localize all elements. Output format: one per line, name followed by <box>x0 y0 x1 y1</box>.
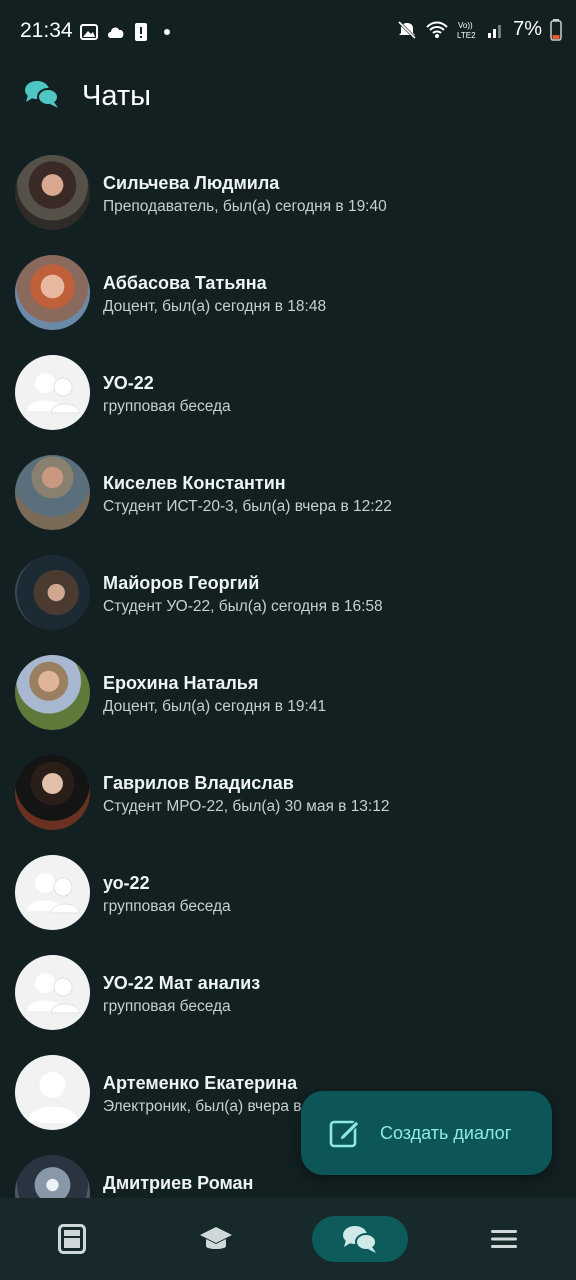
chat-list[interactable]: Сильчева Людмила Преподаватель, был(а) с… <box>0 142 576 1198</box>
chat-subtitle: Доцент, был(а) сегодня в 18:48 <box>103 298 327 315</box>
svg-text:LTE2: LTE2 <box>457 31 476 40</box>
avatar <box>15 1155 90 1198</box>
chat-subtitle: Студент УО-22, был(а) сегодня в 16:58 <box>103 598 383 615</box>
chat-list-item[interactable]: Киселев Константин Студент ИСТ-20-3, был… <box>0 442 576 542</box>
battery-low-icon <box>550 18 562 41</box>
cloud-icon <box>108 27 124 38</box>
avatar <box>15 555 90 630</box>
signal-icon <box>488 24 502 38</box>
group-avatar-icon <box>27 973 80 1014</box>
avatar <box>15 855 90 930</box>
status-notification-icons <box>80 22 170 42</box>
battery-percentage: 7% <box>513 18 542 40</box>
chat-subtitle: Студент МРО-22, был(а) 30 мая в 13:12 <box>103 798 390 815</box>
person-avatar-icon <box>27 1072 78 1123</box>
page-title: Чаты <box>82 80 151 112</box>
mute-icon <box>398 20 417 39</box>
chat-list-item[interactable]: УО-22 групповая беседа <box>0 342 576 442</box>
chat-subtitle: Электроник, был(а) вчера в <box>103 1098 302 1115</box>
wifi-icon <box>426 21 448 38</box>
chat-list-item[interactable]: Гаврилов Владислав Студент МРО-22, был(а… <box>0 742 576 842</box>
chat-name: Майоров Георгий <box>103 573 260 593</box>
chat-name: Ерохина Наталья <box>103 673 259 693</box>
chat-name: УО-22 <box>103 373 154 393</box>
chat-subtitle: групповая беседа <box>103 998 231 1015</box>
svg-text:Vo)): Vo)) <box>458 21 473 30</box>
schedule-icon <box>58 1224 86 1254</box>
volte-lte2-icon: Vo))LTE2 <box>457 21 476 40</box>
chat-name: Гаврилов Владислав <box>103 773 294 793</box>
nav-menu[interactable] <box>456 1216 552 1262</box>
chat-name: Аббасова Татьяна <box>103 273 267 293</box>
dot-icon <box>164 29 170 35</box>
chat-name: Сильчева Людмила <box>103 173 280 193</box>
chat-name: Артеменко Екатерина <box>103 1073 298 1093</box>
avatar <box>15 655 90 730</box>
avatar <box>15 455 90 530</box>
nav-education[interactable] <box>168 1216 264 1262</box>
chat-name: Дмитриев Роман <box>103 1173 254 1193</box>
chat-name: УО-22 Мат анализ <box>103 973 261 993</box>
status-time: 21:34 <box>20 19 73 42</box>
avatar <box>15 255 90 330</box>
app-header: Чаты <box>0 64 576 134</box>
status-bar: 21:34 Vo)) LTE2 7% <box>0 0 576 64</box>
group-avatar-icon <box>27 873 80 914</box>
avatar <box>15 955 90 1030</box>
avatar <box>15 1055 90 1130</box>
chat-list-item[interactable]: УО-22 Мат анализ групповая беседа <box>0 942 576 1042</box>
status-system-icons: Vo)) LTE2 7% <box>397 18 562 41</box>
avatar <box>15 155 90 230</box>
create-dialog-button[interactable]: Создать диалог <box>301 1091 552 1175</box>
chat-bubbles-icon <box>343 1226 377 1253</box>
chat-list-item[interactable]: Аббасова Татьяна Доцент, был(а) сегодня … <box>0 242 576 342</box>
nav-chats[interactable] <box>312 1216 408 1262</box>
chat-subtitle: Доцент, был(а) сегодня в 19:41 <box>103 698 327 715</box>
chat-name: Киселев Константин <box>103 473 286 493</box>
chat-list-item[interactable]: Ерохина Наталья Доцент, был(а) сегодня в… <box>0 642 576 742</box>
nav-schedule[interactable] <box>24 1216 120 1262</box>
chat-list-item[interactable]: Майоров Георгий Студент УО-22, был(а) се… <box>0 542 576 642</box>
chat-list-item[interactable]: уо-22 групповая беседа <box>0 842 576 942</box>
compose-icon <box>329 1120 360 1148</box>
chats-screen: 21:34 Vo)) LTE2 7% Чаты Сильчева Людмила… <box>0 0 576 1280</box>
graduation-cap-icon <box>200 1227 232 1249</box>
bottom-navigation <box>0 1198 576 1280</box>
chat-subtitle: групповая беседа <box>103 898 231 915</box>
create-dialog-label: Создать диалог <box>380 1123 512 1143</box>
avatar <box>15 755 90 830</box>
chat-subtitle: Преподаватель, был(а) сегодня в 19:40 <box>103 198 387 215</box>
chat-subtitle: групповая беседа <box>103 398 231 415</box>
chat-list-item[interactable]: Сильчева Людмила Преподаватель, был(а) с… <box>0 142 576 242</box>
chat-bubbles-icon <box>25 81 59 108</box>
avatar <box>15 355 90 430</box>
chat-subtitle: Студент ИСТ-20-3, был(а) вчера в 12:22 <box>103 498 392 515</box>
alert-icon <box>135 23 147 41</box>
group-avatar-icon <box>27 373 80 414</box>
chat-name: уо-22 <box>103 873 150 893</box>
image-icon <box>80 24 98 40</box>
menu-icon <box>491 1230 517 1248</box>
